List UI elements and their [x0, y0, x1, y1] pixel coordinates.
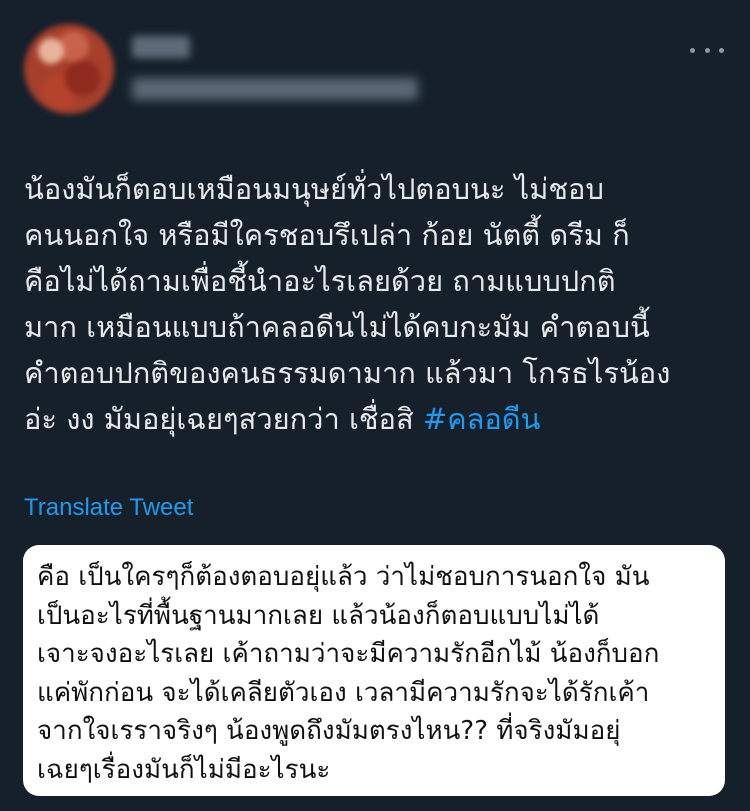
- quoted-text-card: คือ เป็นใครๆก็ต้องตอบอยุ่แล้ว ว่าไม่ชอบก…: [23, 545, 725, 796]
- dot: [719, 47, 724, 53]
- more-options-icon[interactable]: [690, 40, 724, 60]
- quoted-text-line: เฉยๆเรื่องมันก็ไม่มีอะไรนะ: [37, 754, 331, 785]
- quoted-text: คือ เป็นใครๆก็ต้องตอบอยุ่แล้ว ว่าไม่ชอบก…: [37, 558, 717, 789]
- tweet-text: น้องมันก็ตอบเหมือนมนุษย์ทั่วไปตอบนะ ไม่ช…: [24, 166, 730, 442]
- quoted-text-line: แค่พักก่อน จะได้เคลียตัวเอง เวลามีความรั…: [37, 677, 650, 708]
- tweet-text-line: คำตอบปกติของคนธรรมดามาก แล้วมา โกรธไรน้อ…: [24, 356, 671, 390]
- tweet-text-line: น้องมันก็ตอบเหมือนมนุษย์ทั่วไปตอบนะ ไม่ช…: [24, 172, 604, 206]
- dot: [690, 47, 695, 53]
- author-name-blurred[interactable]: [132, 36, 190, 58]
- hashtag-link[interactable]: #คลอดีน: [423, 402, 541, 436]
- quoted-text-line: เจาะจงอะไรเลย เค้าถามว่าจะมีความรักอีกไม…: [37, 639, 660, 669]
- tweet-text-line: คือไม่ได้ถามเพื่อชี้นำอะไรเลยด้วย ถามแบบ…: [24, 264, 616, 298]
- dot: [704, 47, 710, 53]
- avatar[interactable]: [24, 24, 114, 114]
- quoted-text-line: เป็นอะไรที่พื้นฐานมากเลย แล้วน้องก็ตอบแบ…: [37, 600, 600, 631]
- translate-tweet-link[interactable]: Translate Tweet: [24, 493, 193, 523]
- quoted-text-line: จากใจเรราจริงๆ น้องพูดถึงมัมตรงไหน?? ที่…: [37, 716, 621, 746]
- quoted-text-line: คือ เป็นใครๆก็ต้องตอบอยุ่แล้ว ว่าไม่ชอบก…: [37, 562, 650, 592]
- tweet-text-line: อ่ะ งง มัมอยุ่เฉยๆสวยกว่า เชื่อสิ: [24, 402, 423, 436]
- tweet-text-line: มาก เหมือนแบบถ้าคลอดีนไม่ได้คบกะมัม คำตอ…: [24, 310, 650, 344]
- tweet: น้องมันก็ตอบเหมือนมนุษย์ทั่วไปตอบนะ ไม่ช…: [0, 0, 750, 811]
- author-handle-blurred[interactable]: [132, 78, 418, 100]
- tweet-text-line: คนนอกใจ หรือมีใครชอบรึเปล่า ก้อย นัตตี้ …: [24, 218, 630, 252]
